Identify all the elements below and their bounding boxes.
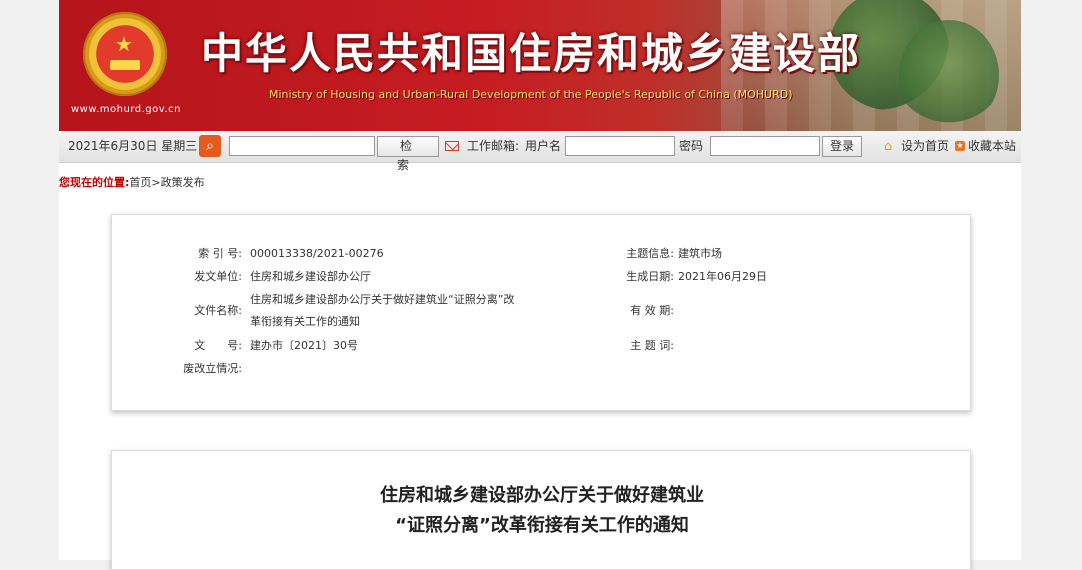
topic-value: 建筑市场 bbox=[678, 247, 722, 260]
issuer-value: 住房和城乡建设部办公厅 bbox=[250, 270, 371, 283]
set-homepage-link[interactable]: 设为首页 bbox=[901, 131, 949, 162]
doc-name-label: 文件名称: bbox=[194, 304, 242, 317]
home-icon: ⌂ bbox=[884, 139, 893, 154]
national-emblem-icon: ★ bbox=[83, 12, 167, 96]
breadcrumb-path[interactable]: 首页>政策发布 bbox=[129, 176, 204, 189]
doc-name-line1: 住房和城乡建设部办公厅关于做好建筑业“证照分离”改 bbox=[250, 293, 515, 306]
search-icon[interactable]: ⌕ bbox=[199, 135, 221, 157]
username-input[interactable] bbox=[565, 136, 675, 156]
tree-decoration bbox=[899, 20, 999, 130]
mail-icon bbox=[445, 141, 459, 151]
current-date: 2021年6月30日 星期三 bbox=[68, 139, 198, 153]
page: ★ www.mohurd.gov.cn 中华人民共和国住房和城乡建设部 Mini… bbox=[59, 0, 1021, 570]
index-label: 索 引 号: bbox=[198, 247, 242, 260]
status-label: 废改立情况: bbox=[183, 362, 242, 375]
doc-number-value: 建办市〔2021〕30号 bbox=[250, 339, 358, 352]
login-button[interactable]: 登录 bbox=[822, 136, 862, 157]
work-mail-label: 工作邮箱: bbox=[467, 139, 520, 153]
site-header: ★ www.mohurd.gov.cn 中华人民共和国住房和城乡建设部 Mini… bbox=[59, 0, 1021, 131]
article-title-line2: “证照分离”改革衔接有关工作的通知 bbox=[395, 515, 689, 536]
doc-number-label: 文 号: bbox=[194, 339, 242, 352]
doc-name-line2: 革衔接有关工作的通知 bbox=[250, 315, 360, 328]
issuer-label: 发文单位: bbox=[194, 270, 242, 283]
site-url: www.mohurd.gov.cn bbox=[71, 104, 181, 115]
article-title: 住房和城乡建设部办公厅关于做好建筑业 “证照分离”改革衔接有关工作的通知 bbox=[112, 481, 972, 541]
search-input[interactable] bbox=[229, 136, 375, 156]
article-title-line1: 住房和城乡建设部办公厅关于做好建筑业 bbox=[380, 485, 704, 506]
breadcrumb-lead: 您现在的位置: bbox=[59, 176, 130, 189]
bookmark-link[interactable]: 收藏本站 bbox=[968, 131, 1016, 162]
password-label: 密码 bbox=[679, 139, 704, 153]
password-input[interactable] bbox=[710, 136, 820, 156]
topic-label: 主题信息: bbox=[626, 247, 674, 260]
date-label: 生成日期: bbox=[626, 270, 674, 283]
index-value: 000013338/2021-00276 bbox=[250, 247, 384, 260]
breadcrumb: 您现在的位置:首页>政策发布 bbox=[59, 174, 205, 190]
bookmark-icon: ★ bbox=[955, 141, 965, 151]
document-metadata-card: 索 引 号: 000013338/2021-00276 主题信息: 建筑市场 发… bbox=[111, 214, 971, 411]
top-toolbar: 2021年6月30日 星期三 ⌕ 检 索 工作邮箱: 用户名 密码 登录 ⌂ 设… bbox=[59, 131, 1021, 172]
search-button[interactable]: 检 索 bbox=[377, 136, 439, 172]
site-title-english: Ministry of Housing and Urban-Rural Deve… bbox=[269, 88, 793, 101]
site-title: 中华人民共和国住房和城乡建设部 bbox=[201, 29, 862, 78]
keywords-label: 主 题 词: bbox=[630, 339, 674, 352]
date-value: 2021年06月29日 bbox=[678, 270, 767, 283]
article-card: 住房和城乡建设部办公厅关于做好建筑业 “证照分离”改革衔接有关工作的通知 bbox=[111, 450, 971, 570]
username-label: 用户名 bbox=[525, 139, 562, 153]
validity-label: 有 效 期: bbox=[630, 304, 674, 317]
